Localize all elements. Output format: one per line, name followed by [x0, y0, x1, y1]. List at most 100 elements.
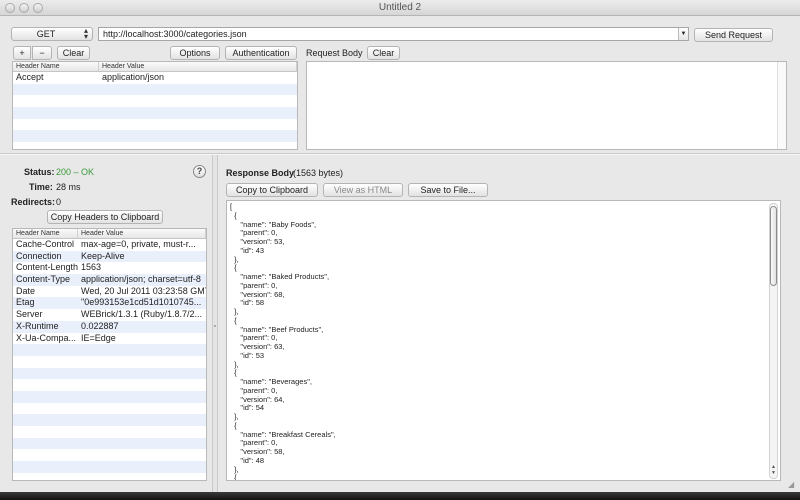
- header-name-cell: [13, 368, 78, 380]
- request-headers-table[interactable]: Header Name Header Value Accept applicati…: [12, 61, 298, 150]
- save-to-file-button[interactable]: Save to File...: [408, 183, 488, 197]
- remove-header-button[interactable]: −: [32, 46, 52, 60]
- table-row[interactable]: Accept application/json: [13, 72, 297, 84]
- request-body-scrollbar[interactable]: [777, 62, 786, 149]
- column-header-value[interactable]: Header Value: [78, 229, 206, 238]
- response-headers-table[interactable]: Header Name Header Value Cache-Control ma…: [12, 228, 207, 481]
- table-row[interactable]: [13, 437, 206, 450]
- table-row[interactable]: [13, 379, 206, 391]
- table-row[interactable]: X-Ua-Compa... IE=Edge: [13, 333, 206, 345]
- url-input[interactable]: http://localhost:3000/categories.json: [98, 27, 689, 41]
- method-value: GET: [36, 29, 56, 39]
- header-value-cell: [78, 426, 206, 438]
- header-name-cell: [13, 403, 78, 415]
- table-row[interactable]: [13, 83, 297, 96]
- header-value-cell: application/json: [102, 72, 165, 82]
- resize-grip-icon[interactable]: ◢: [788, 480, 798, 490]
- help-icon[interactable]: ?: [193, 165, 206, 178]
- header-value-cell: [99, 107, 297, 119]
- authentication-button[interactable]: Authentication: [225, 46, 297, 60]
- response-body-label: Response Body: [226, 168, 295, 178]
- scrollbar-thumb[interactable]: [770, 206, 777, 286]
- table-row[interactable]: Cache-Control max-age=0, private, must-r.…: [13, 239, 206, 251]
- scroll-arrows-icon[interactable]: ▲ ▼: [770, 464, 777, 476]
- response-body-viewer[interactable]: [ { "name": "Baby Foods", "parent": 0, "…: [226, 200, 781, 481]
- header-name-cell: [13, 426, 78, 438]
- column-header-name[interactable]: Header Name: [13, 229, 78, 238]
- header-value-cell: [78, 344, 206, 356]
- column-header-name[interactable]: Header Name: [13, 62, 99, 71]
- table-row[interactable]: [13, 344, 206, 356]
- table-row[interactable]: Content-Type application/json; charset=ut…: [13, 274, 206, 286]
- method-select[interactable]: GET ▴ ▾: [11, 27, 93, 41]
- header-name-cell: [13, 414, 78, 426]
- table-row[interactable]: X-Runtime 0.022887: [13, 320, 206, 333]
- table-row[interactable]: [13, 403, 206, 415]
- request-headers-rows: Accept application/json: [13, 72, 297, 149]
- table-row[interactable]: [13, 142, 297, 149]
- table-row[interactable]: [13, 367, 206, 380]
- table-row[interactable]: Etag "0e993153e1cd51d1010745...: [13, 297, 206, 310]
- table-row[interactable]: [13, 119, 297, 131]
- add-header-button[interactable]: +: [13, 46, 31, 60]
- header-name-cell: [13, 461, 78, 473]
- horizontal-splitter[interactable]: [0, 153, 800, 155]
- vertical-splitter[interactable]: [212, 155, 218, 492]
- header-name-cell: Date: [16, 285, 36, 296]
- table-row[interactable]: [13, 95, 297, 107]
- table-row[interactable]: [13, 107, 297, 119]
- table-row[interactable]: [13, 356, 206, 368]
- header-name-cell: Etag: [16, 297, 35, 308]
- header-name-cell: [13, 379, 78, 391]
- header-value-cell: IE=Edge: [81, 332, 116, 343]
- header-value-cell: [99, 119, 297, 131]
- header-value-cell: application/json; charset=utf-8: [81, 274, 201, 285]
- clear-headers-button[interactable]: Clear: [57, 46, 90, 60]
- table-row[interactable]: [13, 461, 206, 473]
- header-name-cell: Connection: [16, 250, 62, 261]
- table-row[interactable]: Connection Keep-Alive: [13, 250, 206, 263]
- header-name-cell: Content-Length: [16, 262, 78, 273]
- header-name-cell: Cache-Control: [16, 239, 75, 249]
- header-name-cell: [13, 95, 99, 107]
- header-value-cell: [99, 95, 297, 107]
- time-value: 28 ms: [56, 182, 81, 192]
- copy-to-clipboard-button[interactable]: Copy to Clipboard: [226, 183, 318, 197]
- request-body-editor[interactable]: [306, 61, 787, 150]
- header-name-cell: [13, 107, 99, 119]
- table-row[interactable]: Server WEBrick/1.3.1 (Ruby/1.8.7/2...: [13, 309, 206, 321]
- dock-bar: [0, 492, 800, 500]
- title-bar[interactable]: Untitled 2: [0, 0, 800, 16]
- table-row[interactable]: [13, 414, 206, 426]
- copy-headers-button[interactable]: Copy Headers to Clipboard: [47, 210, 163, 224]
- header-name-cell: [13, 473, 78, 480]
- column-header-value[interactable]: Header Value: [99, 62, 297, 71]
- table-row[interactable]: [13, 130, 297, 143]
- header-value-cell: [78, 379, 206, 391]
- app-window: Untitled 2 GET ▴ ▾ http://localhost:3000/…: [0, 0, 800, 492]
- send-request-button[interactable]: Send Request: [694, 28, 773, 42]
- table-row[interactable]: Date Wed, 20 Jul 2011 03:23:58 GMT: [13, 286, 206, 298]
- clear-body-button[interactable]: Clear: [367, 46, 400, 60]
- header-value-cell: [78, 449, 206, 461]
- header-name-cell: X-Runtime: [16, 320, 59, 331]
- status-label: Status:: [24, 167, 55, 177]
- redirects-label: Redirects:: [11, 197, 56, 207]
- url-history-dropdown[interactable]: ▼: [678, 28, 688, 40]
- header-value-cell: max-age=0, private, must-r...: [81, 239, 196, 249]
- table-row[interactable]: [13, 473, 206, 480]
- response-body-scrollbar[interactable]: ▲ ▼: [769, 203, 778, 479]
- view-as-html-button[interactable]: View as HTML: [323, 183, 403, 197]
- header-value-cell: [78, 368, 206, 380]
- header-value-cell: Wed, 20 Jul 2011 03:23:58 GMT: [81, 285, 206, 296]
- table-row[interactable]: [13, 390, 206, 403]
- response-headers-rows: Cache-Control max-age=0, private, must-r.…: [13, 239, 206, 480]
- table-row[interactable]: Content-Length 1563: [13, 262, 206, 274]
- header-value-cell: [99, 130, 297, 142]
- header-name-cell: [13, 438, 78, 450]
- options-button[interactable]: Options: [170, 46, 220, 60]
- table-row[interactable]: [13, 426, 206, 438]
- header-name-cell: [13, 344, 78, 356]
- header-value-cell: Keep-Alive: [81, 250, 125, 261]
- table-row[interactable]: [13, 449, 206, 461]
